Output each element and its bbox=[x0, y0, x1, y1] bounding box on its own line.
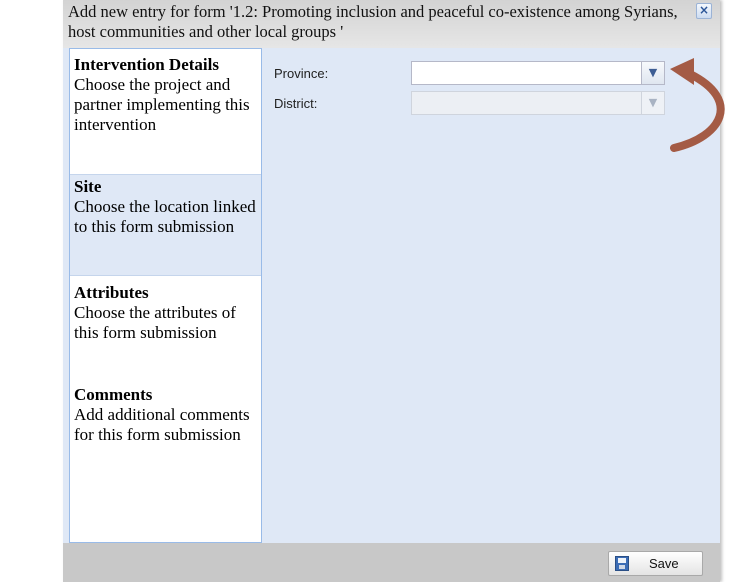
district-combobox: ▼ bbox=[411, 91, 665, 115]
nav-item-title: Intervention Details bbox=[74, 55, 219, 74]
step-navigation: Intervention Details Choose the project … bbox=[69, 48, 262, 543]
save-button[interactable]: Save bbox=[608, 551, 703, 576]
nav-item-comments[interactable]: Comments Add additional comments for thi… bbox=[70, 383, 261, 447]
nav-item-title: Site bbox=[74, 177, 102, 196]
nav-item-description: Choose the location linked to this form … bbox=[74, 197, 256, 236]
nav-item-description: Choose the project and partner implement… bbox=[74, 75, 250, 134]
district-label: District: bbox=[274, 96, 318, 111]
nav-item-attributes[interactable]: Attributes Choose the attributes of this… bbox=[70, 281, 261, 345]
dialog-title: Add new entry for form '1.2: Promoting i… bbox=[68, 2, 678, 41]
province-label: Province: bbox=[274, 66, 329, 81]
dialog-titlebar: Add new entry for form '1.2: Promoting i… bbox=[63, 0, 720, 48]
add-entry-dialog: Add new entry for form '1.2: Promoting i… bbox=[63, 0, 720, 582]
nav-item-site[interactable]: Site Choose the location linked to this … bbox=[70, 174, 261, 276]
dialog-footer: Save bbox=[63, 543, 720, 582]
close-icon[interactable]: × bbox=[696, 3, 712, 19]
curved-arrow-annotation bbox=[670, 58, 725, 152]
nav-item-title: Comments bbox=[74, 385, 153, 404]
floppy-disk-icon bbox=[615, 556, 629, 571]
nav-item-description: Choose the attributes of this form submi… bbox=[74, 303, 236, 342]
province-combobox[interactable]: ▼ bbox=[411, 61, 665, 85]
district-input bbox=[412, 92, 642, 114]
nav-item-description: Add additional comments for this form su… bbox=[74, 405, 250, 444]
chevron-down-icon: ▼ bbox=[641, 92, 664, 114]
chevron-down-icon[interactable]: ▼ bbox=[641, 62, 664, 84]
province-input[interactable] bbox=[412, 62, 642, 84]
nav-item-intervention-details[interactable]: Intervention Details Choose the project … bbox=[70, 53, 261, 137]
save-button-label: Save bbox=[649, 556, 679, 571]
nav-item-title: Attributes bbox=[74, 283, 149, 302]
